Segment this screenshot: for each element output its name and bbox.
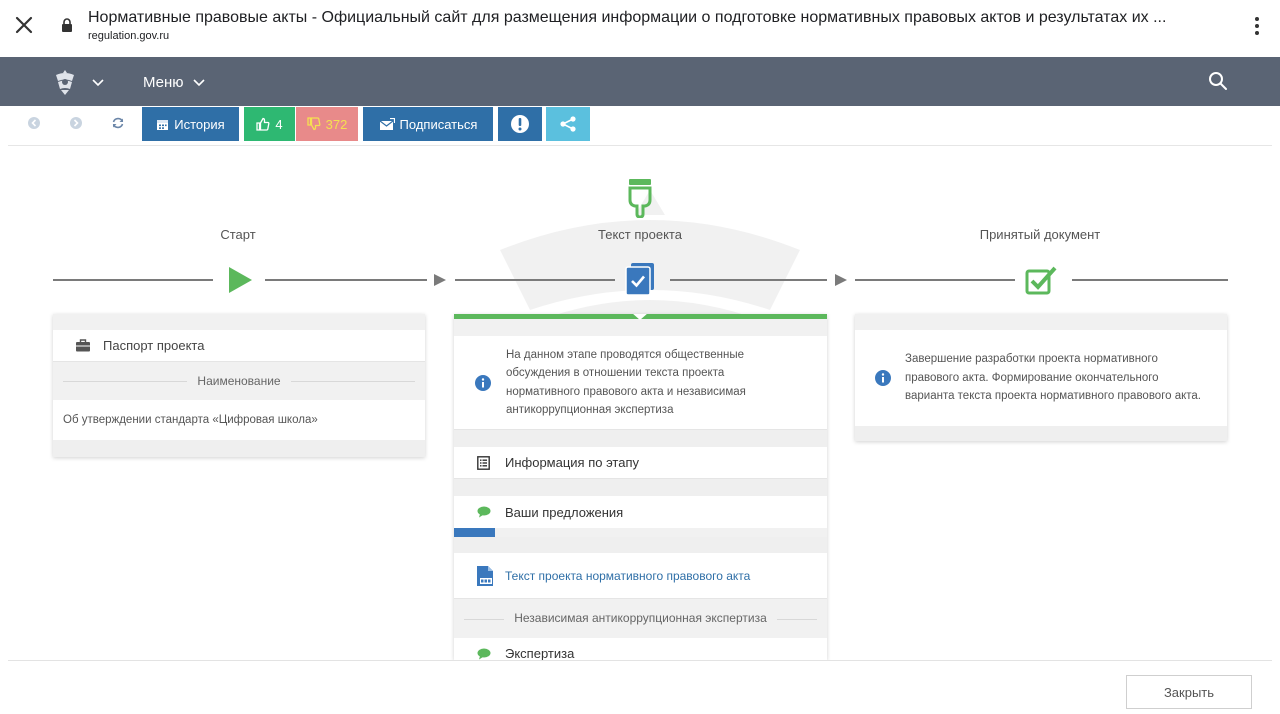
- chevron-down-icon[interactable]: [91, 75, 105, 89]
- page-url: regulation.gov.ru: [88, 30, 170, 42]
- passport-label: Паспорт проекта: [103, 338, 205, 353]
- back-icon[interactable]: [27, 116, 41, 130]
- envelope-icon: [379, 117, 395, 130]
- stage-info-row: На данном этапе проводятся общественные …: [454, 336, 827, 430]
- briefcase-icon: [76, 339, 90, 352]
- stepper-line: [455, 279, 615, 281]
- stepper-line: [53, 279, 213, 281]
- chevron-down-icon: [192, 79, 205, 87]
- step-label-accepted: Принятый документ: [979, 227, 1101, 242]
- accepted-document-card: Завершение разработки проекта нормативно…: [855, 314, 1227, 441]
- modal-footer: Закрыть: [8, 660, 1272, 714]
- subscribe-button[interactable]: Подписаться: [363, 107, 493, 141]
- stepper-line: [670, 279, 827, 281]
- passport-row[interactable]: Паспорт проекта: [53, 330, 425, 362]
- page-title: Нормативные правовые акты - Официальный …: [88, 9, 1167, 26]
- step-label-project-text: Текст проекта: [598, 227, 682, 242]
- menu-button[interactable]: Меню: [143, 72, 206, 92]
- card-cap: [454, 319, 827, 336]
- row-gap: [454, 479, 827, 496]
- project-name: Об утверждении стандарта «Цифровая школа…: [63, 414, 318, 426]
- expertise-header: Независимая антикоррупционная экспертиза: [454, 599, 827, 638]
- name-header-label: Наименование: [187, 374, 291, 388]
- subscribe-label: Подписаться: [399, 116, 478, 132]
- alert-icon: [511, 115, 529, 133]
- thumbs-up-icon: [256, 117, 270, 131]
- stepper-line: [265, 279, 427, 281]
- more-vertical-icon[interactable]: [1250, 14, 1264, 38]
- name-value-row: Об утверждении стандарта «Цифровая школа…: [53, 400, 425, 440]
- active-stage-bar: [454, 314, 827, 320]
- card-cap: [855, 314, 1227, 330]
- info-icon: [875, 370, 891, 386]
- comment-icon: [477, 648, 491, 659]
- play-icon[interactable]: [226, 265, 254, 295]
- search-icon[interactable]: [1208, 71, 1228, 91]
- thumbs-down-icon: [306, 117, 321, 131]
- hand-pointer-icon: [628, 179, 652, 218]
- dislike-button[interactable]: 372: [296, 107, 358, 141]
- browser-titlebar: Нормативные правовые акты - Официальный …: [0, 0, 1280, 57]
- menu-label: Меню: [143, 73, 184, 91]
- comment-icon: [477, 506, 491, 518]
- row-gap: [454, 430, 827, 447]
- stage-info-link[interactable]: Информация по этапу: [454, 447, 827, 479]
- close-button[interactable]: Закрыть: [1126, 675, 1252, 709]
- calendar-icon: [157, 119, 169, 130]
- accepted-info-text: Завершение разработки проекта нормативно…: [905, 353, 1202, 403]
- like-button[interactable]: 4: [244, 107, 295, 141]
- lock-icon: [62, 18, 72, 32]
- card-bottom: [855, 426, 1227, 441]
- document-check-icon[interactable]: [624, 262, 656, 296]
- list-icon: [477, 455, 490, 470]
- accepted-info-row: Завершение разработки проекта нормативно…: [855, 330, 1227, 426]
- refresh-icon[interactable]: [111, 116, 125, 130]
- share-button[interactable]: [546, 107, 590, 141]
- arrow-right-icon: [835, 274, 847, 286]
- bar-notch: [633, 314, 647, 320]
- stage-stepper: Старт Текст проекта Принятый документ: [0, 160, 1280, 320]
- proposals-progress-fill: [454, 528, 496, 537]
- project-toolbar: История 4 372 Подписаться: [8, 106, 1272, 146]
- report-button[interactable]: [498, 107, 542, 141]
- stage-info-text: На данном этапе проводятся общественные …: [506, 348, 746, 417]
- card-cap: [53, 314, 425, 330]
- name-header: Наименование: [53, 362, 425, 400]
- info-icon: [475, 374, 491, 391]
- site-header: Меню: [0, 57, 1280, 106]
- share-icon: [560, 116, 576, 132]
- project-text-link[interactable]: Текст проекта нормативного правового акт…: [505, 569, 750, 583]
- forward-icon[interactable]: [69, 116, 83, 130]
- stage-info-label: Информация по этапу: [505, 455, 640, 470]
- close-button-label: Закрыть: [1163, 684, 1215, 700]
- expertise-label: Экспертиза: [505, 646, 575, 660]
- arrow-right-icon: [434, 274, 446, 286]
- proposals-label: Ваши предложения: [505, 504, 624, 520]
- likes-count: 4: [275, 116, 283, 132]
- row-gap: [454, 537, 827, 553]
- project-text-stage-card: На данном этапе проводятся общественные …: [454, 314, 827, 660]
- expertise-header-label: Независимая антикоррупционная экспертиза: [504, 611, 777, 625]
- history-button[interactable]: История: [142, 107, 239, 141]
- project-text-link-row[interactable]: Текст проекта нормативного правового акт…: [454, 553, 827, 599]
- expertise-link[interactable]: Экспертиза: [454, 638, 827, 660]
- proposals-progress-bar: [454, 528, 827, 537]
- dislikes-count: 372: [325, 116, 348, 132]
- document-icon: [477, 565, 493, 586]
- stepper-line: [855, 279, 1015, 281]
- proposals-link[interactable]: Ваши предложения: [454, 496, 827, 528]
- step-label-start: Старт: [220, 227, 256, 242]
- emblem-icon[interactable]: [50, 67, 80, 97]
- history-label: История: [174, 116, 225, 132]
- start-stage-card: Паспорт проекта Наименование Об утвержде…: [53, 314, 425, 457]
- stepper-line: [1072, 279, 1228, 281]
- card-bottom: [53, 440, 425, 457]
- close-icon[interactable]: [12, 13, 36, 37]
- checkbox-checked-icon[interactable]: [1025, 264, 1059, 296]
